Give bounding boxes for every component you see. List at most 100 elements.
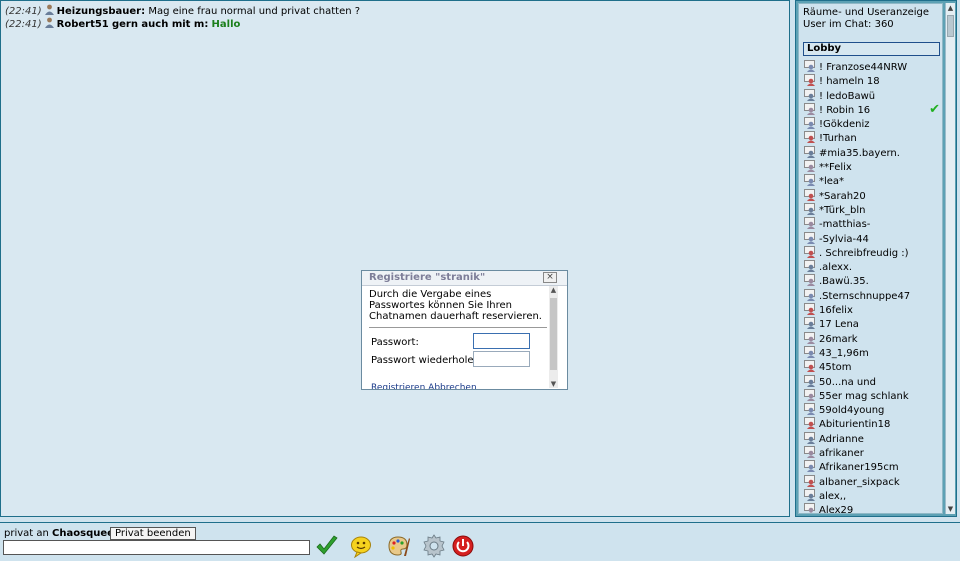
user-avatar-icon bbox=[804, 388, 815, 401]
chat-message: (22:41) Heizungsbauer: Mag eine frau norm… bbox=[5, 4, 785, 17]
user-list-item[interactable]: 43_1,96m bbox=[799, 345, 942, 360]
user-avatar-icon bbox=[804, 331, 815, 344]
user-list-item[interactable]: 26mark bbox=[799, 331, 942, 346]
password-repeat-input[interactable] bbox=[473, 351, 530, 367]
dialog-scroll-up-icon[interactable]: ▲ bbox=[549, 286, 558, 294]
private-target-label: privat an Chaosqueen bbox=[4, 528, 121, 539]
scroll-thumb[interactable] bbox=[947, 15, 954, 37]
user-name: ! hameln 18 bbox=[819, 76, 880, 88]
user-name: 45tom bbox=[819, 362, 852, 374]
gear-icon[interactable] bbox=[422, 534, 446, 558]
scroll-up-icon[interactable]: ▲ bbox=[946, 3, 955, 13]
user-list-item[interactable]: 59old4young bbox=[799, 403, 942, 417]
user-list-item[interactable]: 45tom bbox=[799, 360, 942, 374]
user-count: User im Chat: 360 bbox=[803, 19, 894, 30]
user-avatar-icon bbox=[804, 488, 815, 501]
user-avatar-icon bbox=[804, 345, 815, 358]
password-input[interactable] bbox=[473, 333, 530, 349]
dialog-scrollbar[interactable]: ▲ ▼ bbox=[549, 286, 558, 388]
message-nick[interactable]: Heizungsbauer: bbox=[57, 6, 146, 17]
message-time: (22:41) bbox=[5, 6, 42, 17]
user-list-item[interactable]: *lea* bbox=[799, 174, 942, 188]
user-list-item[interactable]: #mia35.bayern. bbox=[799, 145, 942, 160]
user-list-container: Räume- und Useranzeige User im Chat: 360… bbox=[798, 3, 943, 514]
user-name: 50...na und bbox=[819, 376, 876, 388]
dialog-links[interactable]: Registrieren Abbrechen bbox=[371, 381, 477, 389]
password-row: Passwort: bbox=[369, 333, 549, 351]
panel-title: Räume- und Useranzeige bbox=[803, 7, 930, 18]
user-name: *lea* bbox=[819, 176, 845, 188]
user-avatar-icon bbox=[804, 503, 815, 513]
user-list-item[interactable]: .Sternschnuppe47 bbox=[799, 288, 942, 303]
user-avatar-icon bbox=[804, 417, 815, 430]
end-private-button[interactable]: Privat beenden bbox=[110, 527, 196, 540]
user-list-item[interactable]: **Felix bbox=[799, 160, 942, 174]
password-label: Passwort: bbox=[371, 337, 419, 348]
user-list-item[interactable]: Alex29 bbox=[799, 503, 942, 514]
power-icon[interactable] bbox=[451, 534, 475, 558]
user-name: afrikaner bbox=[819, 448, 864, 460]
message-time: (22:41) bbox=[5, 19, 42, 30]
user-list-item[interactable]: Abiturientin18 bbox=[799, 417, 942, 431]
user-list-item[interactable]: !Gökdeniz bbox=[799, 117, 942, 131]
user-name: ! Franzose44NRW bbox=[819, 62, 908, 73]
user-avatar-icon bbox=[804, 131, 815, 144]
chat-message: (22:41) Robert51 gern auch mit m: Hallo bbox=[5, 17, 785, 30]
user-name: *Türk_bln bbox=[819, 204, 866, 216]
user-list-item[interactable]: 55er mag schlank bbox=[799, 388, 942, 403]
smiley-icon[interactable] bbox=[350, 534, 374, 558]
user-list-item[interactable]: 16felix bbox=[799, 303, 942, 317]
user-list-item[interactable]: ! hameln 18 bbox=[799, 74, 942, 88]
send-checkmark-icon[interactable] bbox=[315, 534, 339, 558]
paint-palette-icon[interactable] bbox=[386, 534, 410, 558]
dialog-description: Durch die Vergabe eines Passwortes könne… bbox=[369, 289, 542, 322]
user-name: ! ledoBawü bbox=[819, 90, 876, 102]
user-avatar-icon bbox=[804, 217, 815, 230]
user-avatar-icon bbox=[804, 102, 815, 115]
user-name: Alex29 bbox=[819, 505, 854, 514]
user-avatar-icon bbox=[804, 274, 815, 287]
user-avatar-icon bbox=[804, 117, 815, 130]
message-text: gern auch mit m: bbox=[111, 19, 209, 30]
user-list-item[interactable]: !Turhan bbox=[799, 131, 942, 145]
user-avatar-icon bbox=[804, 231, 815, 244]
user-list-item[interactable]: -matthias- bbox=[799, 217, 942, 231]
user-list-item[interactable]: 17 Lena bbox=[799, 317, 942, 331]
message-input[interactable] bbox=[3, 540, 310, 555]
user-list-item[interactable]: ! Robin 16 ✔ bbox=[799, 102, 942, 117]
user-avatar-icon bbox=[804, 374, 815, 387]
user-name: !Turhan bbox=[819, 133, 857, 145]
dialog-scroll-down-icon[interactable]: ▼ bbox=[549, 380, 558, 388]
user-avatar-icon bbox=[804, 446, 815, 459]
user-list-item[interactable]: ! ledoBawü bbox=[799, 88, 942, 103]
user-list-item[interactable]: .Bawü.35. bbox=[799, 274, 942, 288]
user-name: 55er mag schlank bbox=[819, 390, 909, 402]
user-list-item[interactable]: afrikaner bbox=[799, 446, 942, 460]
user-name: *Sarah20 bbox=[819, 190, 866, 202]
user-name: Abiturientin18 bbox=[819, 419, 891, 431]
user-list-item[interactable]: *Sarah20 bbox=[799, 188, 942, 203]
dialog-scroll-thumb[interactable] bbox=[550, 298, 557, 370]
user-avatar-icon bbox=[804, 460, 815, 473]
user-list-item[interactable]: Afrikaner195cm bbox=[799, 460, 942, 474]
user-list-item[interactable]: ! Franzose44NRW bbox=[799, 60, 942, 74]
room-lobby[interactable]: Lobby bbox=[803, 42, 940, 56]
user-list-item[interactable]: albaner_sixpack bbox=[799, 474, 942, 489]
dialog-divider bbox=[369, 327, 547, 328]
user-list-scrollbar[interactable]: ▲ ▼ bbox=[945, 3, 955, 514]
close-icon[interactable]: × bbox=[543, 272, 557, 283]
user-list-item[interactable]: -Sylvia-44 bbox=[799, 231, 942, 246]
user-list-item[interactable]: .alexx. bbox=[799, 260, 942, 274]
scroll-down-icon[interactable]: ▼ bbox=[946, 504, 955, 514]
message-nick[interactable]: Robert51 bbox=[57, 19, 109, 30]
user-list-item[interactable]: Adrianne bbox=[799, 431, 942, 446]
user-avatar-icon bbox=[804, 431, 815, 444]
user-name: .alexx. bbox=[819, 262, 853, 274]
user-name: ! Robin 16 bbox=[819, 104, 871, 116]
user-name: -Sylvia-44 bbox=[819, 233, 869, 245]
user-list-item[interactable]: . Schreibfreudig :) bbox=[799, 245, 942, 260]
user-list-item[interactable]: 50...na und bbox=[799, 374, 942, 389]
user-list-item[interactable]: alex,, bbox=[799, 488, 942, 503]
user-list-item[interactable]: *Türk_bln bbox=[799, 202, 942, 217]
user-avatar-icon bbox=[804, 174, 815, 187]
